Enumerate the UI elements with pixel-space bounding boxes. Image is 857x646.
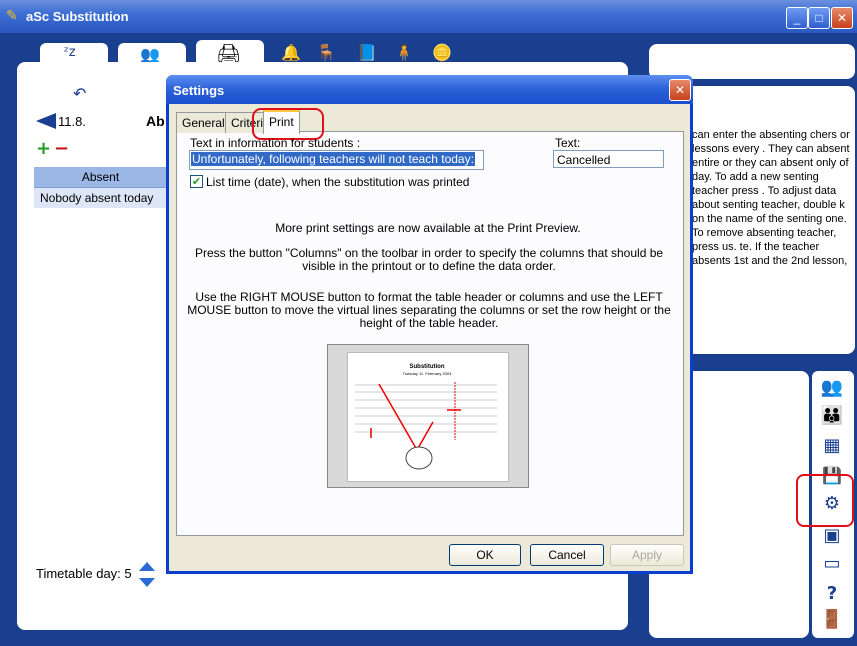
- timetable-day-label: Timetable day: 5: [36, 566, 132, 581]
- classroom-icon[interactable]: ▦: [818, 432, 846, 460]
- window-alt-icon[interactable]: ▭: [818, 550, 846, 578]
- absent-column-header[interactable]: Absent: [34, 167, 167, 188]
- list-time-checkbox[interactable]: ✔: [190, 175, 203, 188]
- help-icon[interactable]: ?: [818, 580, 846, 608]
- dialog-close-button[interactable]: ✕: [669, 79, 691, 101]
- dialog-title: Settings: [173, 83, 225, 98]
- book-icon[interactable]: 📘: [357, 43, 377, 62]
- classes-icon[interactable]: 👪: [818, 402, 846, 430]
- preview-table-graphic: [355, 382, 497, 470]
- maximize-button[interactable]: □: [808, 7, 830, 29]
- desk-icon[interactable]: 🪑: [316, 43, 336, 62]
- close-button[interactable]: ✕: [831, 7, 853, 29]
- info-print-preview: More print settings are now available at…: [275, 221, 581, 235]
- exit-icon[interactable]: 🚪: [818, 606, 846, 634]
- teachers-group-icon[interactable]: 👥: [818, 374, 846, 402]
- dialog-titlebar: [166, 75, 693, 104]
- panel-title: Ab: [146, 113, 165, 129]
- remove-icon[interactable]: −: [54, 138, 69, 159]
- prev-date-icon[interactable]: [36, 113, 56, 129]
- minimize-button[interactable]: _: [786, 7, 808, 29]
- date-label: 11.8.: [58, 114, 86, 129]
- list-time-label: List time (date), when the substitution …: [206, 175, 470, 189]
- text-label: Text:: [555, 136, 581, 150]
- students-text-label: Text in information for students :: [190, 136, 361, 150]
- add-icon[interactable]: +: [36, 138, 51, 159]
- app-icon: ✎: [6, 8, 18, 24]
- person-icon[interactable]: 🧍: [394, 43, 414, 62]
- settings-highlight: [796, 474, 854, 527]
- bell-icon[interactable]: 🔔: [281, 43, 301, 62]
- apply-button[interactable]: Apply: [610, 544, 684, 566]
- students-text-value: Unfortunately, following teachers will n…: [191, 152, 475, 166]
- undo-icon[interactable]: ↶: [73, 84, 86, 103]
- day-down-icon[interactable]: [139, 578, 155, 587]
- tab-general[interactable]: General: [176, 112, 231, 133]
- text-input[interactable]: Cancelled: [553, 150, 664, 168]
- ok-button[interactable]: OK: [449, 544, 521, 566]
- right-top-panel: [649, 44, 855, 79]
- info-mouse: Use the RIGHT MOUSE button to format the…: [187, 290, 671, 330]
- table-row[interactable]: Nobody absent today: [34, 188, 167, 208]
- info-columns: Press the button "Columns" on the toolba…: [194, 246, 664, 273]
- cancel-button[interactable]: Cancel: [530, 544, 604, 566]
- window-title: aSc Substitution: [26, 9, 129, 24]
- help-text: can enter the absenting chers or lessons…: [692, 129, 850, 267]
- window-icon[interactable]: ▣: [818, 522, 846, 550]
- sleep-icon: ᶻz: [64, 45, 76, 60]
- day-up-icon[interactable]: [139, 562, 155, 571]
- coins-icon[interactable]: 🪙: [432, 43, 452, 62]
